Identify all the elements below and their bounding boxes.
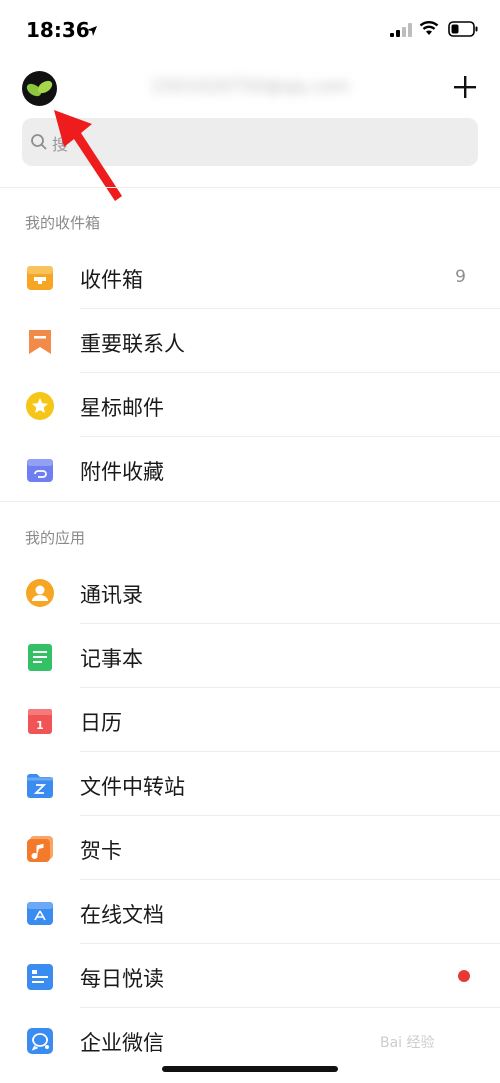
bookmark-icon xyxy=(25,327,55,357)
divider xyxy=(0,187,500,188)
account-email[interactable]: 1501020750@qq.com xyxy=(140,76,360,100)
section-divider xyxy=(0,501,500,502)
home-indicator[interactable] xyxy=(162,1066,338,1072)
wifi-icon xyxy=(419,20,439,40)
status-time: 18:36 xyxy=(26,18,90,42)
annotation-arrow-icon xyxy=(52,108,127,207)
notes-icon xyxy=(25,642,55,672)
list-item-label: 星标邮件 xyxy=(80,396,164,420)
section-title-apps: 我的应用 xyxy=(25,529,86,547)
unread-count-badge: 9 xyxy=(455,267,466,287)
list-item-file-transfer[interactable]: 文件中转站 xyxy=(0,752,500,816)
list-item-inbox[interactable]: 收件箱 9 xyxy=(0,245,500,309)
status-bar: 18:36 xyxy=(0,0,500,60)
list-item-label: 收件箱 xyxy=(80,268,143,292)
new-content-dot xyxy=(458,970,470,982)
list-item-contacts[interactable]: 通讯录 xyxy=(0,560,500,624)
list-item-notes[interactable]: 记事本 xyxy=(0,624,500,688)
list-item-label: 日历 xyxy=(80,711,122,735)
wecom-icon xyxy=(25,1026,55,1056)
search-icon xyxy=(30,133,48,155)
star-icon xyxy=(25,391,55,421)
list-item-greeting-card[interactable]: 贺卡 xyxy=(0,816,500,880)
docs-icon xyxy=(25,898,55,928)
reading-icon xyxy=(25,962,55,992)
contacts-icon xyxy=(25,578,55,608)
list-item-label: 每日悦读 xyxy=(80,967,164,991)
list-item-label: 重要联系人 xyxy=(80,332,185,356)
list-item-label: 企业微信 xyxy=(80,1031,164,1055)
list-item-label: 文件中转站 xyxy=(80,775,185,799)
list-item-label: 记事本 xyxy=(80,647,143,671)
list-item-label: 贺卡 xyxy=(80,839,122,863)
list-item-starred[interactable]: 星标邮件 xyxy=(0,373,500,437)
inbox-icon xyxy=(25,263,55,293)
watermark: Bai 经验 xyxy=(380,1035,435,1051)
list-item-online-docs[interactable]: 在线文档 xyxy=(0,880,500,944)
list-item-important-contacts[interactable]: 重要联系人 xyxy=(0,309,500,373)
calendar-icon: 1 xyxy=(25,706,55,736)
list-item-calendar[interactable]: 1 日历 xyxy=(0,688,500,752)
cellular-signal-icon xyxy=(390,22,412,41)
battery-icon xyxy=(448,21,478,41)
leaf-logo-icon xyxy=(26,80,53,97)
music-card-icon xyxy=(25,834,55,864)
attachment-icon xyxy=(25,455,55,485)
section-title-mailboxes: 我的收件箱 xyxy=(25,214,101,232)
list-item-label: 附件收藏 xyxy=(80,460,164,484)
add-icon[interactable] xyxy=(450,72,480,102)
folder-icon xyxy=(25,770,55,800)
avatar[interactable] xyxy=(22,71,57,106)
list-item-label: 通讯录 xyxy=(80,583,143,607)
location-arrow-icon xyxy=(86,22,98,41)
list-item-daily-reading[interactable]: 每日悦读 xyxy=(0,944,500,1008)
svg-text:1: 1 xyxy=(36,719,44,732)
list-item-attachments[interactable]: 附件收藏 xyxy=(0,437,500,501)
list-item-label: 在线文档 xyxy=(80,903,164,927)
